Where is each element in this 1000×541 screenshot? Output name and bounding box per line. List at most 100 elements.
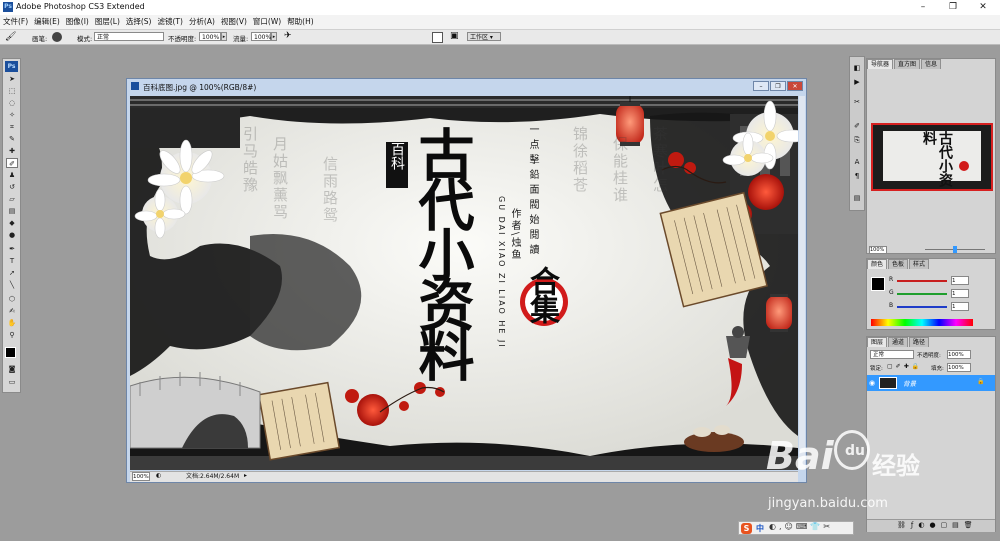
layer-row-background[interactable]: ◉ 背景 🔒 [867, 375, 995, 391]
document-icon [131, 82, 139, 90]
document-vertical-scrollbar[interactable] [799, 96, 805, 470]
menu-layer[interactable]: 图层(L) [92, 15, 123, 29]
status-menu-icon[interactable]: ◐ [156, 472, 161, 479]
line-tool-icon[interactable]: ╲ [6, 280, 18, 290]
history-panel-icon[interactable]: ◧ [852, 63, 862, 73]
navigator-zoom-thumb[interactable] [953, 246, 957, 253]
magic-wand-tool-icon[interactable]: ✧ [6, 110, 18, 120]
ime-language[interactable]: 中 [756, 523, 764, 534]
b-slider[interactable] [897, 306, 947, 308]
flow-input[interactable]: 100% [251, 32, 271, 41]
3d-rotate-tool-icon[interactable]: ⬡ [6, 294, 18, 304]
dodge-tool-icon[interactable]: ● [6, 230, 18, 240]
color-foreground-swatch[interactable] [871, 277, 885, 291]
layer-comps-icon[interactable]: ▤ [852, 193, 862, 203]
gradient-tool-icon[interactable]: ▤ [6, 206, 18, 216]
menu-window[interactable]: 窗口(W) [250, 15, 284, 29]
blend-mode-select[interactable]: 正常 [870, 350, 914, 359]
eraser-tool-icon[interactable]: ▱ [6, 194, 18, 204]
history-brush-tool-icon[interactable]: ↺ [6, 182, 18, 192]
g-slider[interactable] [897, 293, 947, 295]
move-tool-icon[interactable]: ➤ [6, 74, 18, 84]
image-canvas[interactable]: 引马皓豫 月姑飘薰骂 信雨路鸳 锦徐稻苍 保能桂谁 茶寒叶怎 百科 古代小资料 … [130, 96, 798, 470]
r-value-input[interactable]: 1 [951, 276, 969, 285]
hand-tool-icon[interactable]: ✋ [6, 318, 18, 328]
document-minimize-button[interactable]: – [753, 81, 769, 91]
color-spectrum-bar[interactable] [871, 319, 973, 326]
layer-name[interactable]: 背景 [903, 378, 916, 388]
tool-presets-icon[interactable]: ✂ [852, 97, 862, 107]
eyedropper-tool-icon[interactable]: ✎ [6, 134, 18, 144]
lock-icons[interactable]: ▢✐✚🔒 [887, 363, 922, 370]
tab-paths[interactable]: 路径 [909, 337, 930, 347]
mode-select[interactable]: 正常 [94, 32, 164, 41]
menu-image[interactable]: 图像(I) [63, 15, 92, 29]
status-arrow-icon[interactable]: ▸ [244, 472, 247, 479]
opacity-input[interactable]: 100% [199, 32, 221, 41]
tab-layers[interactable]: 图层 [867, 337, 888, 347]
clone-stamp-tool-icon[interactable]: ♟ [6, 170, 18, 180]
menu-edit[interactable]: 编辑(E) [31, 15, 63, 29]
palette-well-icon[interactable] [432, 32, 443, 43]
g-value-input[interactable]: 1 [951, 289, 969, 298]
workspace-button[interactable]: 工作区 ▾ [467, 32, 501, 41]
close-button[interactable]: ✕ [970, 0, 996, 15]
r-slider[interactable] [897, 280, 947, 282]
quick-mask-icon[interactable]: ◙ [6, 364, 18, 374]
zoom-level-field[interactable]: 100% [132, 472, 150, 481]
b-value-input[interactable]: 1 [951, 302, 969, 311]
menu-help[interactable]: 帮助(H) [284, 15, 317, 29]
document-window[interactable]: 百科底图.jpg @ 100%(RGB/8#) – ❐ ✕ 引马皓豫 月姑飘薰骂… [126, 78, 807, 483]
marquee-tool-icon[interactable]: ⬚ [6, 86, 18, 96]
layer-visibility-eye-icon[interactable]: ◉ [869, 379, 875, 387]
menu-filter[interactable]: 滤镜(T) [155, 15, 186, 29]
tab-histogram[interactable]: 直方图 [894, 59, 921, 69]
bridge-icon[interactable]: ▣ [450, 31, 459, 41]
character-panel-icon[interactable]: A [852, 157, 862, 167]
menu-select[interactable]: 选择(S) [123, 15, 155, 29]
ps-logo[interactable]: Ps [5, 61, 18, 72]
menu-view[interactable]: 视图(V) [218, 15, 250, 29]
actions-panel-icon[interactable]: ▶ [852, 77, 862, 87]
navigator-zoom-field[interactable]: 100% [869, 246, 887, 254]
lasso-tool-icon[interactable]: ◌ [6, 98, 18, 108]
opacity-slider-toggle[interactable]: ▸ [221, 32, 227, 41]
menu-analysis[interactable]: 分析(A) [186, 15, 218, 29]
healing-brush-tool-icon[interactable]: ✚ [6, 146, 18, 156]
brushes-panel-icon[interactable]: ✐ [852, 121, 862, 131]
artwork-main-title: 古代小资料 [409, 126, 475, 376]
screen-mode-icon[interactable]: ▭ [6, 377, 18, 387]
crop-tool-icon[interactable]: ⌗ [6, 122, 18, 132]
ime-tool-icons[interactable]: ◐,☺⌨👕✂ [769, 522, 833, 531]
maximize-button[interactable]: ❐ [940, 0, 966, 15]
notes-tool-icon[interactable]: ✍ [6, 306, 18, 316]
tab-info[interactable]: 信息 [921, 59, 942, 69]
type-tool-icon[interactable]: T [6, 256, 18, 266]
layers-footer-icons[interactable]: ⛓ƒ◐●▢▤🗑 [897, 521, 978, 529]
flow-slider-toggle[interactable]: ▸ [271, 32, 277, 41]
tab-navigator[interactable]: 导航器 [867, 59, 894, 69]
brush-tool-icon[interactable]: ✐ [6, 158, 18, 168]
tab-swatches[interactable]: 色板 [888, 259, 909, 269]
clone-source-icon[interactable]: ⎘ [852, 135, 862, 145]
path-selection-tool-icon[interactable]: ➚ [6, 268, 18, 278]
ime-logo[interactable]: S [741, 523, 752, 534]
minimize-button[interactable]: – [910, 0, 936, 15]
pen-tool-icon[interactable]: ✒ [6, 244, 18, 254]
airbrush-icon[interactable]: ✈ [284, 31, 292, 41]
navigator-thumbnail[interactable]: 古代小资料 [871, 123, 993, 191]
blur-tool-icon[interactable]: ◆ [6, 218, 18, 228]
paragraph-panel-icon[interactable]: ¶ [852, 171, 862, 181]
document-maximize-button[interactable]: ❐ [770, 81, 786, 91]
brush-picker-icon[interactable] [52, 32, 62, 42]
layer-opacity-input[interactable]: 100% [947, 350, 971, 359]
foreground-color-swatch[interactable] [5, 347, 16, 358]
brush-tool-preset-icon[interactable]: 🖌 [5, 32, 19, 42]
tab-styles[interactable]: 样式 [909, 259, 930, 269]
tab-color[interactable]: 颜色 [867, 259, 888, 269]
zoom-tool-icon[interactable]: ⚲ [6, 330, 18, 340]
menu-file[interactable]: 文件(F) [0, 15, 31, 29]
tab-channels[interactable]: 通道 [888, 337, 909, 347]
document-close-button[interactable]: ✕ [787, 81, 803, 91]
fill-input[interactable]: 100% [947, 363, 971, 372]
